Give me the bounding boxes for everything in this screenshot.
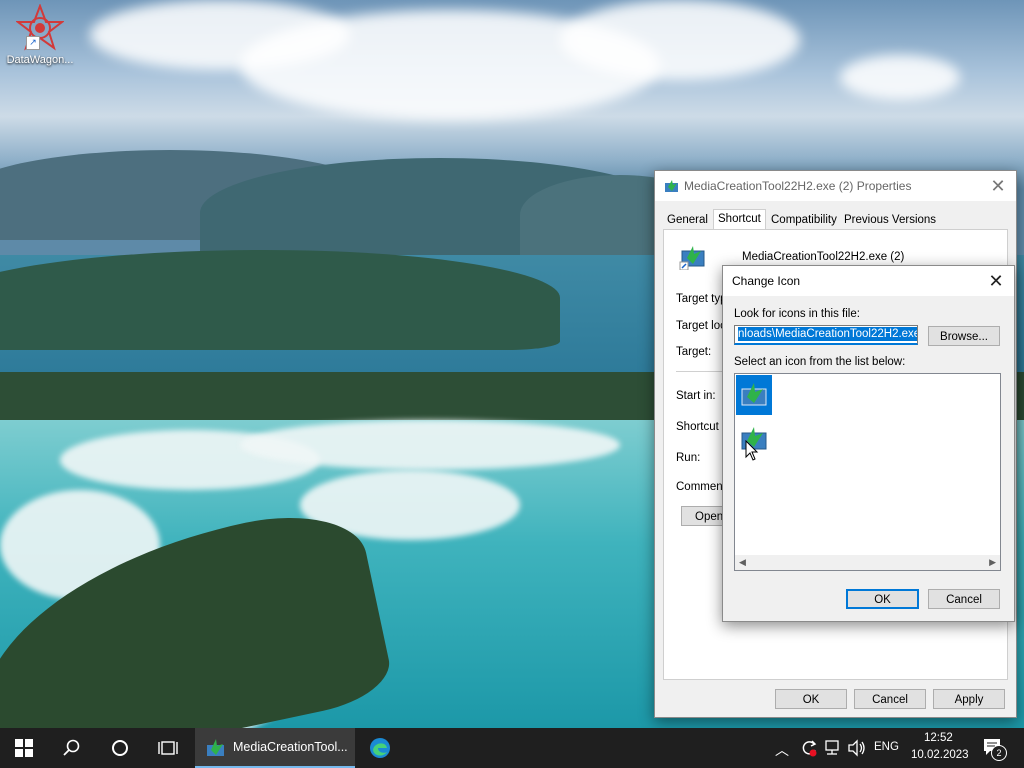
media-creation-tool-icon bbox=[664, 178, 680, 194]
label-start-in: Start in: bbox=[676, 390, 716, 402]
search-button[interactable] bbox=[48, 728, 96, 768]
start-button[interactable] bbox=[0, 728, 48, 768]
select-icon-label: Select an icon from the list below: bbox=[734, 356, 906, 368]
shortcut-file-icon bbox=[679, 242, 707, 271]
cortana-circle-icon bbox=[112, 740, 128, 756]
cloud bbox=[560, 0, 800, 80]
sandbar bbox=[240, 420, 620, 470]
volume-icon[interactable] bbox=[847, 739, 867, 760]
icon-option-1[interactable] bbox=[736, 375, 772, 415]
desktop-shortcut-datawagon[interactable]: ↗ DataWagon... bbox=[2, 3, 78, 66]
icon-file-path-value: nloads\MediaCreationTool22H2.exe bbox=[738, 327, 917, 341]
icon-list-scrollbar[interactable]: ◀ ▶ bbox=[735, 555, 1000, 570]
change-icon-dialog: Change Icon ✕ Look for icons in this fil… bbox=[722, 265, 1015, 622]
tab-previous-versions[interactable]: Previous Versions bbox=[840, 211, 940, 229]
media-tool-icon bbox=[207, 739, 224, 756]
shortcut-arrow-icon: ↗ bbox=[26, 36, 40, 50]
sync-icon[interactable] bbox=[799, 738, 819, 761]
icon-file-path-input[interactable]: nloads\MediaCreationTool22H2.exe bbox=[734, 325, 918, 345]
tab-general[interactable]: General bbox=[663, 211, 712, 229]
properties-titlebar[interactable]: MediaCreationTool22H2.exe (2) Properties… bbox=[655, 171, 1016, 201]
media-tool-icon bbox=[741, 383, 767, 406]
task-view-icon bbox=[158, 741, 178, 755]
label-shortcut-key: Shortcut k bbox=[676, 421, 728, 433]
action-center-button[interactable]: 2 bbox=[982, 737, 1007, 761]
desktop-icon-label: DataWagon... bbox=[6, 54, 74, 66]
taskbar-app-label: MediaCreationTool... bbox=[233, 740, 348, 754]
cortana-button[interactable] bbox=[96, 728, 144, 768]
label-target-location: Target loc bbox=[676, 320, 726, 332]
island bbox=[0, 250, 560, 350]
clock-time[interactable]: 12:52 bbox=[924, 732, 953, 744]
label-target-type: Target typ bbox=[676, 293, 727, 305]
cloud bbox=[840, 55, 960, 100]
properties-title: MediaCreationTool22H2.exe (2) Properties bbox=[684, 179, 912, 193]
clock-date[interactable]: 10.02.2023 bbox=[911, 749, 969, 761]
mouse-cursor-icon bbox=[745, 439, 759, 462]
edge-button[interactable] bbox=[356, 728, 404, 768]
edge-browser-icon bbox=[370, 738, 390, 758]
scroll-right-icon[interactable]: ▶ bbox=[989, 557, 996, 568]
browse-button[interactable]: Browse... bbox=[928, 326, 1000, 346]
datawagon-icon: ↗ bbox=[15, 3, 65, 52]
look-for-icons-label: Look for icons in this file: bbox=[734, 308, 860, 320]
properties-ok-button[interactable]: OK bbox=[775, 689, 847, 709]
windows-logo-icon bbox=[15, 739, 33, 757]
change-icon-cancel-button[interactable]: Cancel bbox=[928, 589, 1000, 609]
label-run: Run: bbox=[676, 452, 701, 464]
close-icon[interactable]: ✕ bbox=[986, 271, 1006, 291]
network-icon[interactable] bbox=[823, 739, 841, 760]
properties-cancel-button[interactable]: Cancel bbox=[854, 689, 926, 709]
shortcut-file-name: MediaCreationTool22H2.exe (2) bbox=[742, 251, 905, 263]
change-icon-titlebar[interactable]: Change Icon ✕ bbox=[723, 266, 1014, 296]
tab-shortcut[interactable]: Shortcut bbox=[713, 209, 766, 230]
tab-compatibility[interactable]: Compatibility bbox=[767, 211, 841, 229]
taskbar-app-media-creation-tool[interactable]: MediaCreationTool... bbox=[195, 728, 355, 768]
scroll-left-icon[interactable]: ◀ bbox=[739, 557, 746, 568]
taskbar: MediaCreationTool... ︿ ENG 12:52 10.02.2… bbox=[0, 728, 1024, 768]
search-icon bbox=[63, 739, 80, 756]
task-view-button[interactable] bbox=[144, 728, 192, 768]
change-icon-title: Change Icon bbox=[732, 274, 801, 288]
close-icon[interactable]: ✕ bbox=[988, 176, 1008, 196]
change-icon-ok-button[interactable]: OK bbox=[846, 589, 919, 609]
icon-list[interactable]: ◀ ▶ bbox=[734, 373, 1001, 571]
notification-count-badge: 2 bbox=[991, 745, 1007, 761]
label-target: Target: bbox=[676, 346, 712, 358]
properties-apply-button[interactable]: Apply bbox=[933, 689, 1005, 709]
input-language[interactable]: ENG bbox=[874, 741, 899, 753]
show-hidden-icons-chevron-icon[interactable]: ︿ bbox=[775, 740, 789, 760]
